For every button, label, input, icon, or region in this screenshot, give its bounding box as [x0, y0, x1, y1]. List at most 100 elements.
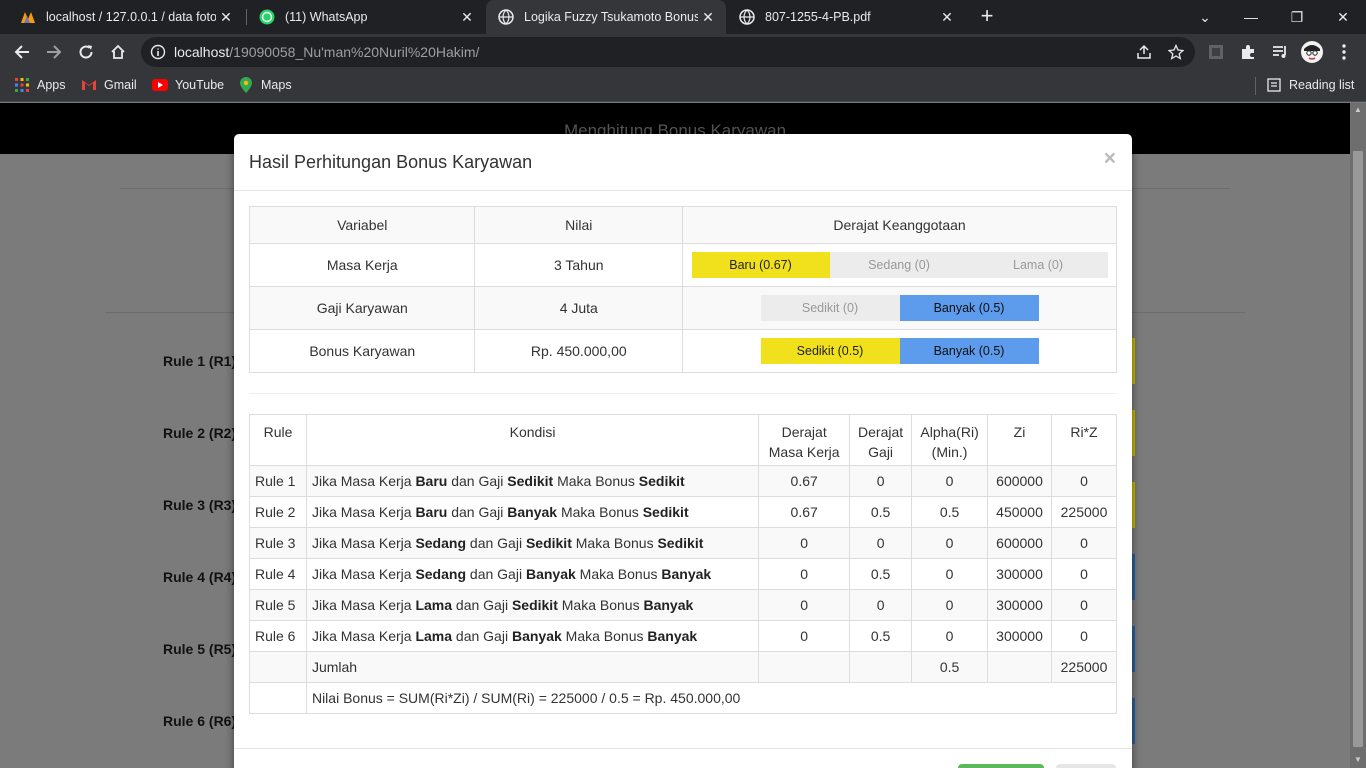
reading-list-label: Reading list: [1289, 78, 1355, 92]
empty-cell: [249, 651, 307, 683]
nilai-cell: 3 Tahun: [474, 243, 684, 287]
tab-bar: localhost / 127.0.0.1 / data foto / ✕ (1…: [0, 0, 1366, 34]
tab-logika-fuzzy[interactable]: Logika Fuzzy Tsukamoto Bonus K ✕: [486, 0, 726, 34]
kondisi-cell: Jika Masa Kerja Baru dan Gaji Sedikit Ma…: [305, 465, 760, 497]
bookmark-apps[interactable]: Apps: [14, 77, 66, 93]
media-queue-icon[interactable]: [1270, 42, 1290, 62]
kondisi-gaji: Sedikit: [525, 535, 572, 551]
membership-cell: Baru (0.67) Sedang (0) Lama (0): [682, 243, 1117, 287]
info-icon[interactable]: [150, 44, 166, 63]
close-tab-icon[interactable]: ✕: [698, 9, 718, 26]
table-row: Rule 3 Jika Masa Kerja Sedang dan Gaji Se…: [249, 527, 1117, 559]
kondisi-bonus: Banyak: [643, 597, 694, 613]
scrollbar-thumb[interactable]: [1353, 151, 1363, 747]
zi-cell: 300000: [987, 620, 1052, 652]
rule-cell: Rule 4: [249, 558, 307, 590]
scroll-down-arrow[interactable]: ▼: [1353, 755, 1363, 765]
kondisi-text: dan Gaji: [451, 504, 504, 520]
forward-button[interactable]: [42, 40, 66, 64]
column-header: Ri*Z: [1051, 414, 1117, 466]
bookmarks-bar: Apps Gmail YouTube Maps Reading list: [0, 70, 1366, 102]
membership-bar: Baru (0.67): [691, 252, 830, 278]
nilai-cell: 4 Juta: [474, 286, 684, 330]
apps-grid-icon: [14, 77, 30, 93]
derajat-masa-kerja-cell: 0: [758, 558, 851, 590]
rule-cell: Rule 1: [249, 465, 307, 497]
reading-list-button[interactable]: Reading list: [1266, 77, 1354, 93]
footer-primary-button[interactable]: [958, 764, 1044, 768]
close-tab-icon[interactable]: ✕: [457, 9, 477, 26]
minimize-button[interactable]: —: [1228, 0, 1274, 34]
close-window-button[interactable]: ✕: [1320, 0, 1366, 34]
back-button[interactable]: [10, 40, 34, 64]
column-header: Derajat Gaji: [849, 414, 913, 466]
alpha-cell: 0: [911, 527, 989, 559]
extension-icon[interactable]: [1206, 42, 1226, 62]
bookmark-gmail[interactable]: Gmail: [81, 77, 137, 93]
rule-label: Rule 2 (R2): [163, 425, 237, 441]
footer-secondary-button[interactable]: [1056, 764, 1116, 768]
tab-whatsapp[interactable]: (11) WhatsApp ✕: [247, 0, 485, 34]
header-line: Gaji: [868, 444, 894, 460]
close-tab-icon[interactable]: ✕: [937, 9, 957, 26]
modal-header: Hasil Perhitungan Bonus Karyawan ×: [234, 134, 1132, 191]
home-button[interactable]: [106, 40, 130, 64]
kondisi-text: Jika Masa Kerja: [311, 597, 412, 613]
table-row: Rule 4 Jika Masa Kerja Sedang dan Gaji Ba…: [249, 558, 1117, 590]
modal-title: Hasil Perhitungan Bonus Karyawan: [249, 152, 533, 172]
jumlah-alpha-cell: 0.5: [911, 651, 989, 683]
restore-button[interactable]: ❐: [1274, 0, 1320, 34]
kondisi-text: Maka Bonus: [575, 535, 654, 551]
kondisi-text: dan Gaji: [455, 628, 509, 644]
rule-cell: Rule 3: [249, 527, 307, 559]
kondisi-bonus: Banyak: [661, 566, 712, 582]
kondisi-text: Jika Masa Kerja: [311, 535, 412, 551]
kondisi-text: Jika Masa Kerja: [311, 504, 412, 520]
membership-table: Variabel Nilai Derajat Keanggotaan Masa …: [248, 206, 1117, 373]
modal-close-button[interactable]: ×: [1104, 147, 1116, 171]
close-tab-icon[interactable]: ✕: [216, 9, 236, 26]
bookmark-maps[interactable]: Maps: [238, 77, 292, 93]
page-scrollbar[interactable]: ▲ ▼: [1350, 103, 1366, 768]
table-row: Masa Kerja 3 Tahun Baru (0.67) Sedang (0…: [248, 243, 1117, 287]
kondisi-bonus: Sedikit: [657, 535, 704, 551]
membership-bar: Sedikit (0): [760, 295, 900, 321]
puzzle-icon[interactable]: [1238, 42, 1258, 62]
jumlah-row: Jumlah 0.5 225000: [249, 651, 1117, 683]
variabel-cell: Gaji Karyawan: [248, 286, 476, 330]
bookmark-youtube[interactable]: YouTube: [152, 77, 224, 93]
table-row: Rule 2 Jika Masa Kerja Baru dan Gaji Bany…: [249, 496, 1117, 528]
tab-phpmyadmin[interactable]: localhost / 127.0.0.1 / data foto / ✕: [8, 0, 244, 34]
tab-title: (11) WhatsApp: [285, 10, 368, 24]
star-icon[interactable]: [1167, 43, 1185, 61]
kondisi-bonus: Sedikit: [638, 473, 685, 489]
kondisi-text: Maka Bonus: [560, 504, 639, 520]
kondisi-text: Maka Bonus: [561, 597, 640, 613]
profile-avatar[interactable]: [1301, 41, 1323, 63]
whatsapp-icon: [259, 9, 275, 25]
empty-cell: [987, 651, 1052, 683]
scroll-up-arrow[interactable]: ▲: [1353, 105, 1363, 115]
membership-bar: Banyak (0.5): [899, 295, 1039, 321]
share-icon[interactable]: [1135, 43, 1153, 61]
zi-cell: 450000: [987, 496, 1052, 528]
column-header: Derajat Masa Kerja: [758, 414, 851, 466]
membership-bars: Sedikit (0.5) Banyak (0.5): [683, 338, 1116, 364]
header-line: Alpha(Ri): [920, 424, 979, 440]
header-line: Derajat: [858, 424, 904, 440]
tab-pdf[interactable]: 807-1255-4-PB.pdf ✕: [727, 0, 965, 34]
reload-button[interactable]: [74, 40, 98, 64]
kondisi-bonus: Sedikit: [642, 504, 689, 520]
youtube-icon: [152, 77, 168, 93]
tab-search-icon[interactable]: ⌄: [1182, 0, 1228, 34]
kondisi-cell: Jika Masa Kerja Sedang dan Gaji Banyak M…: [305, 558, 760, 590]
kondisi-masa-kerja: Sedang: [415, 566, 467, 582]
new-tab-button[interactable]: +: [976, 5, 998, 29]
menu-icon[interactable]: [1334, 42, 1354, 62]
kondisi-masa-kerja: Lama: [415, 597, 453, 613]
address-bar[interactable]: localhost/19090058_Nu'man%20Nuril%20Haki…: [141, 37, 1195, 67]
membership-cell: Sedikit (0.5) Banyak (0.5): [682, 329, 1117, 373]
header-line: Masa Kerja: [768, 444, 840, 460]
kondisi-masa-kerja: Baru: [415, 473, 448, 489]
bookmarks-separator: [1255, 77, 1256, 95]
